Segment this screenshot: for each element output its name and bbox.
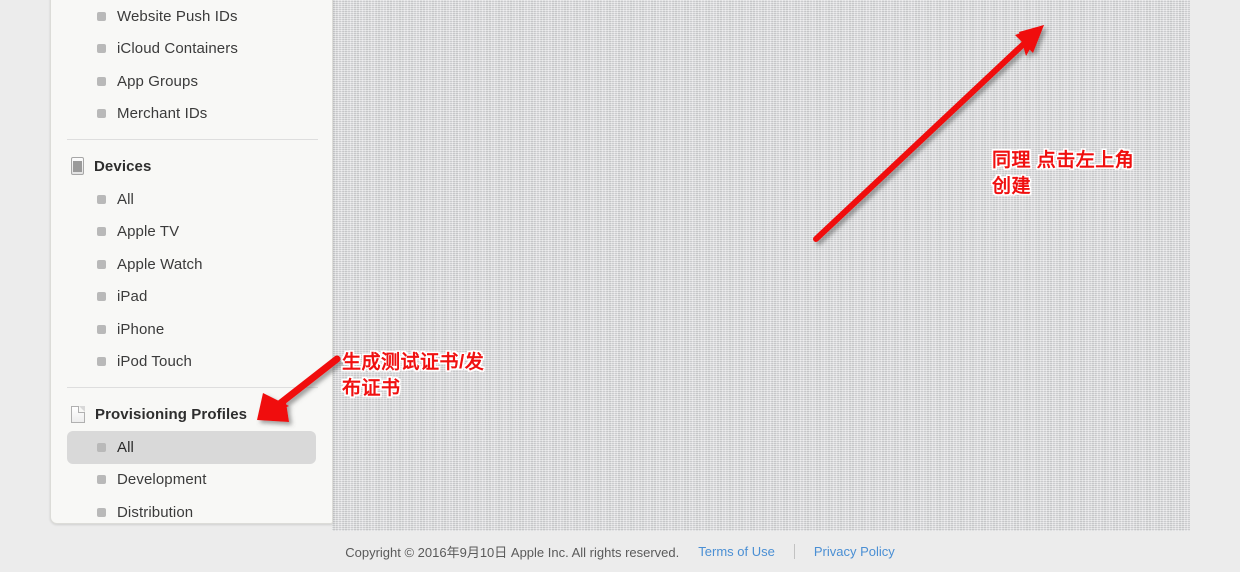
main-content-area [332,0,1190,531]
annotation-text-top-right: 同理 点击左上角创建 [992,150,1135,197]
sidebar: Website Push IDs iCloud Containers App G… [50,0,333,524]
bullet-icon [97,324,106,334]
sidebar-item-devices-all[interactable]: All [51,183,332,216]
sidebar-item-label: Website Push IDs [117,7,238,25]
sidebar-item-apple-watch[interactable]: Apple Watch [51,248,332,281]
sidebar-group-label: Devices [94,157,152,175]
bullet-icon [97,76,106,86]
sidebar-item-label: All [117,190,134,208]
sidebar-item-profiles-distribution[interactable]: Distribution [51,496,332,523]
sidebar-item-label: iPad [117,288,148,306]
sidebar-item-app-groups[interactable]: App Groups [51,65,332,98]
footer-divider [793,544,795,559]
sidebar-divider [67,139,318,140]
sidebar-list: Website Push IDs iCloud Containers App G… [51,0,332,523]
footer-link-privacy-policy[interactable]: Privacy Policy [814,544,895,559]
bullet-icon [97,11,106,21]
bullet-icon [97,259,106,269]
sidebar-item-label: Distribution [117,503,194,521]
bullet-icon [97,357,106,367]
bullet-icon [97,44,106,54]
sidebar-item-label: Development [117,471,207,489]
footer-copyright: Copyright © 2016年9月10日 Apple Inc. All ri… [345,545,680,560]
sidebar-item-label: iPhone [117,320,165,338]
sidebar-item-ipad[interactable]: iPad [51,281,332,314]
sidebar-group-devices[interactable]: Devices [51,149,332,183]
annotation-text-mid-left: 生成测试证书/发布证书 [342,352,485,399]
page-root: Website Push IDs iCloud Containers App G… [0,0,1240,572]
sidebar-item-label: iPod Touch [117,353,192,371]
sidebar-item-profiles-all[interactable]: All [67,431,316,464]
bullet-icon [97,507,106,517]
footer-link-terms-of-use[interactable]: Terms of Use [698,544,775,559]
sidebar-item-label: iCloud Containers [117,40,238,58]
sidebar-item-apple-tv[interactable]: Apple TV [51,216,332,249]
sidebar-divider [67,387,318,388]
bullet-icon [97,227,106,237]
sidebar-item-label: All [117,438,134,456]
sidebar-item-label: Merchant IDs [117,105,208,123]
sidebar-item-ipod-touch[interactable]: iPod Touch [51,346,332,379]
sidebar-group-label: Provisioning Profiles [95,405,248,423]
sidebar-item-label: Apple TV [117,223,180,241]
sidebar-item-label: Apple Watch [117,255,203,273]
sidebar-item-website-push-ids[interactable]: Website Push IDs [51,0,332,33]
sidebar-item-profiles-development[interactable]: Development [51,464,332,497]
sidebar-item-label: App Groups [117,72,199,90]
device-icon [71,157,84,175]
sidebar-item-iphone[interactable]: iPhone [51,313,332,346]
sidebar-group-provisioning-profiles[interactable]: Provisioning Profiles [51,397,332,431]
sidebar-item-merchant-ids[interactable]: Merchant IDs [51,98,332,131]
sidebar-item-icloud-containers[interactable]: iCloud Containers [51,33,332,66]
bullet-icon [97,475,106,485]
bullet-icon [97,292,106,302]
bullet-icon [97,194,106,204]
bullet-icon [97,442,106,452]
footer: Copyright © 2016年9月10日 Apple Inc. All ri… [0,531,1240,572]
bullet-icon [97,109,106,119]
document-icon [71,405,85,423]
